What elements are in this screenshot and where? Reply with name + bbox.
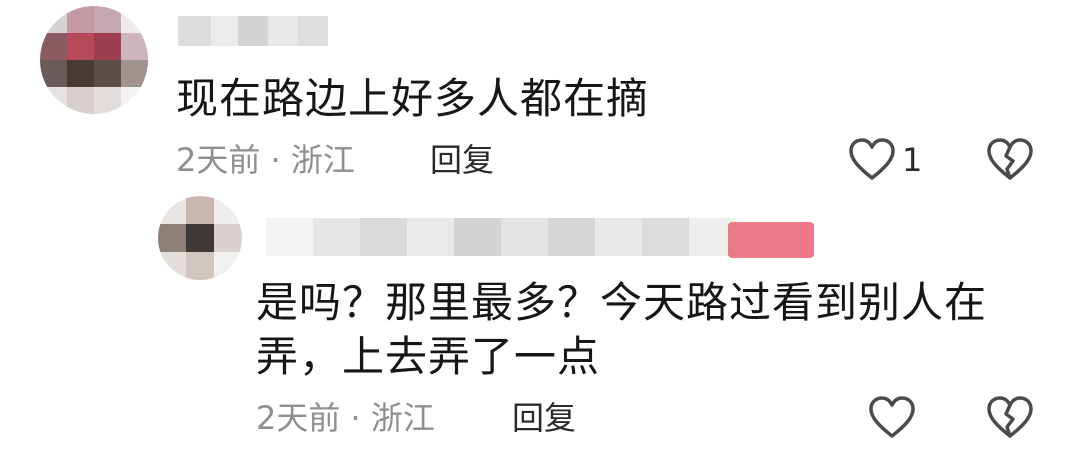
like-count: 1	[902, 141, 923, 179]
heart-outline-icon[interactable]	[848, 138, 896, 182]
reply-button[interactable]: 回复	[512, 398, 576, 438]
user-badge-blurred	[728, 222, 814, 258]
comment-text: 现在路边上好多人都在摘	[176, 74, 650, 123]
username-blurred[interactable]	[178, 16, 328, 46]
comment-meta: 2天前 · 浙江	[176, 141, 355, 179]
comment-meta: 2天前 · 浙江	[256, 399, 435, 437]
reply-button[interactable]: 回复	[430, 140, 494, 180]
avatar-blurred[interactable]	[40, 6, 148, 114]
comment-text: 是吗？那里最多？今天路过看到别人在弄，上去弄了一点	[256, 278, 988, 381]
broken-heart-icon[interactable]	[986, 396, 1034, 440]
heart-outline-icon[interactable]	[868, 396, 916, 440]
avatar-blurred[interactable]	[158, 196, 242, 280]
username-blurred[interactable]	[266, 218, 736, 256]
broken-heart-icon[interactable]	[986, 138, 1034, 182]
